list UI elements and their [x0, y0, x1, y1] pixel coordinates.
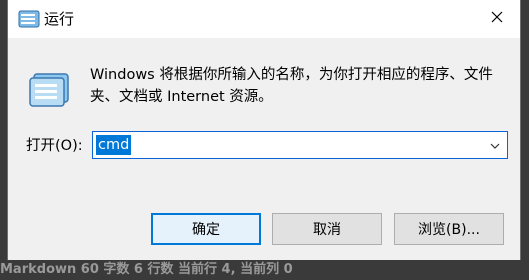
title-bar[interactable]: 运行 — [8, 0, 520, 38]
open-combobox[interactable]: cmd — [92, 131, 508, 159]
run-program-icon — [26, 70, 74, 108]
chevron-down-icon — [490, 137, 500, 153]
run-icon — [18, 9, 40, 29]
close-icon — [491, 11, 503, 27]
background-status-bar: Markdown 60 字数 6 行数 当前行 4, 当前列 0 — [0, 260, 529, 280]
button-bar: 确定 取消 浏览(B)... — [8, 196, 520, 260]
close-button[interactable] — [474, 0, 520, 38]
cancel-button[interactable]: 取消 — [272, 213, 382, 245]
dropdown-button[interactable] — [483, 132, 507, 158]
open-input[interactable]: cmd — [96, 135, 132, 155]
ok-button[interactable]: 确定 — [151, 213, 261, 245]
window-title: 运行 — [44, 10, 75, 28]
description-text: Windows 将根据你所输入的名称，为你打开相应的程序、文件夹、文档或 Int… — [90, 67, 493, 105]
browse-button[interactable]: 浏览(B)... — [394, 213, 504, 245]
open-label: 打开(O): — [26, 138, 83, 154]
run-dialog: 运行 Windows 将根据你所输入的名称，为你打开相应的程序、文件夹、文档或 … — [7, 0, 521, 260]
